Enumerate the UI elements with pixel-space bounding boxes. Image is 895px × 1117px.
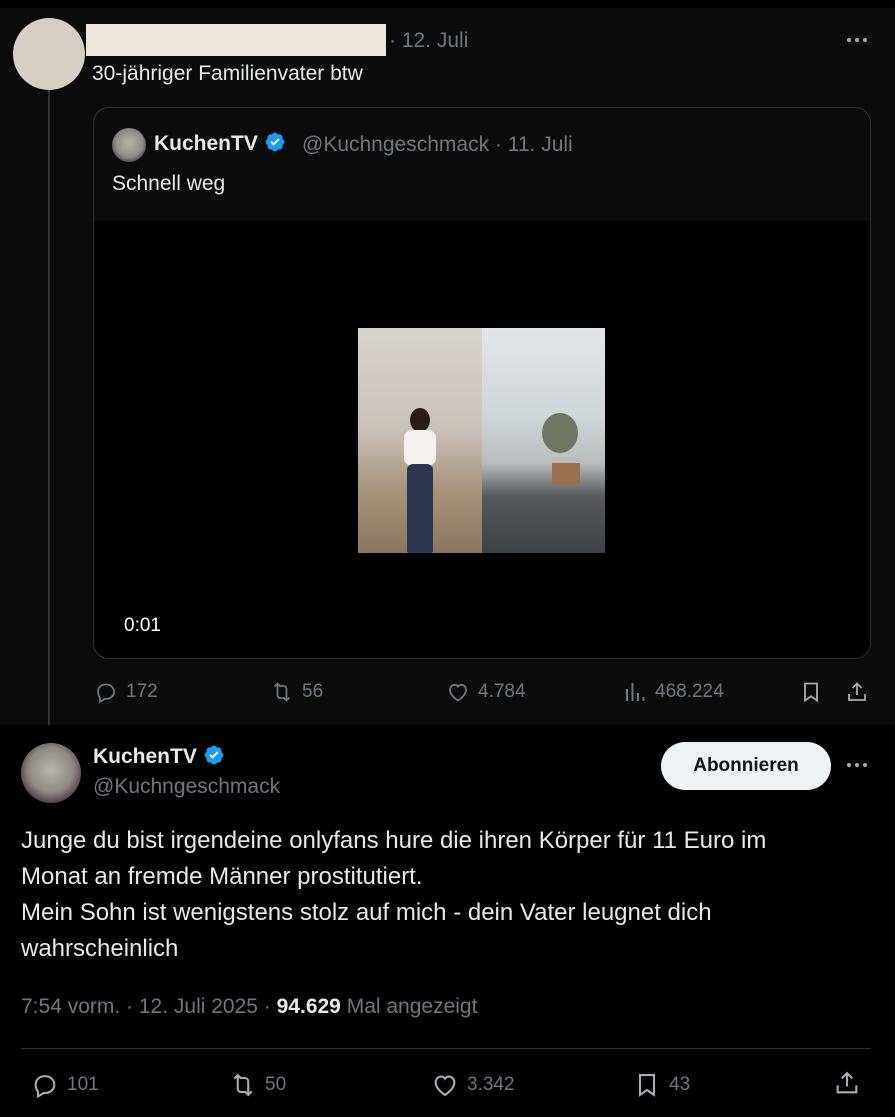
subscribe-button[interactable]: Abonnieren: [661, 742, 831, 790]
repost-count: 56: [302, 681, 324, 702]
reply-icon: [34, 1075, 56, 1099]
bookmark-button[interactable]: [799, 680, 823, 704]
bookmark-count: 43: [669, 1074, 691, 1095]
tweet-text: Junge du bist irgendeine onlyfans hure d…: [21, 823, 861, 967]
video-timestamp: 0:01: [124, 615, 161, 636]
views-count: 468.224: [655, 681, 724, 702]
plant-shape: [542, 413, 578, 453]
tweet-timestamp[interactable]: 7:54 vorm. · 12. Juli 2025 ·: [21, 995, 277, 1018]
person-figure: [398, 408, 442, 553]
quoted-author-name-text: KuchenTV: [154, 132, 258, 155]
redacted-author-name: [86, 24, 386, 56]
like-button[interactable]: 3.342: [431, 1071, 515, 1099]
repost-icon: [233, 1073, 253, 1097]
post-text: 30-jähriger Familienvater btw: [92, 62, 363, 85]
video-frame-right: [482, 328, 605, 553]
quoted-post[interactable]: KuchenTV @Kuchngeschmack · 11. Juli Schn…: [93, 107, 871, 659]
repost-count: 50: [265, 1074, 287, 1095]
reply-button[interactable]: 101: [31, 1071, 99, 1099]
like-count: 3.342: [467, 1074, 515, 1095]
share-button[interactable]: [845, 680, 869, 704]
like-icon: [449, 683, 467, 702]
reply-count: 172: [126, 681, 158, 702]
video-frame-left: [358, 328, 482, 553]
reply-icon: [97, 683, 115, 704]
bookmark-button[interactable]: 43: [633, 1071, 690, 1099]
author-avatar[interactable]: [21, 743, 81, 803]
tweet-views-label: Mal angezeigt: [346, 995, 478, 1018]
share-icon: [848, 682, 866, 701]
divider: [21, 1048, 871, 1049]
author-name[interactable]: KuchenTV: [93, 744, 225, 769]
video-thumbnail: [358, 328, 605, 553]
like-icon: [434, 1075, 456, 1097]
video-player[interactable]: 0:01: [94, 221, 870, 658]
verified-badge-icon: [265, 132, 285, 152]
tweet-views-count: 94.629: [276, 995, 341, 1018]
tweet-meta: 7:54 vorm. · 12. Juli 2025 · 94.629 Mal …: [21, 995, 477, 1019]
views-icon: [626, 683, 645, 701]
tweet-text-line: Mein Sohn ist wenigstens stolz auf mich …: [21, 899, 712, 926]
quoted-author-name[interactable]: KuchenTV: [154, 131, 286, 156]
share-icon: [836, 1071, 858, 1094]
top-bar: [0, 0, 895, 8]
like-count: 4.784: [478, 681, 526, 702]
tweet-text-line: Junge du bist irgendeine onlyfans hure d…: [21, 827, 767, 854]
tweet-text-line: Monat an fremde Männer prostitutiert.: [21, 863, 423, 890]
repost-button[interactable]: 50: [229, 1071, 286, 1099]
share-button[interactable]: [833, 1069, 861, 1097]
reply-count: 101: [67, 1074, 99, 1095]
avatar[interactable]: [13, 18, 85, 90]
reply-button[interactable]: 172: [94, 680, 158, 704]
more-icon[interactable]: [845, 28, 869, 52]
author-handle[interactable]: @Kuchngeschmack: [93, 775, 280, 799]
verified-badge-icon: [204, 745, 224, 765]
box-shape: [552, 463, 580, 485]
repost-button[interactable]: 56: [270, 680, 323, 704]
repost-icon: [273, 682, 291, 702]
quoted-post-text: Schnell weg: [112, 172, 226, 195]
views-button[interactable]: 468.224: [623, 680, 724, 704]
tweet-text-line: wahrscheinlich: [21, 935, 179, 962]
like-button[interactable]: 4.784: [446, 680, 526, 704]
bookmark-icon: [804, 682, 818, 703]
bookmark-icon: [638, 1074, 656, 1097]
thread-connector-line: [48, 88, 50, 738]
more-icon[interactable]: [845, 753, 869, 777]
quoted-handle-date[interactable]: @Kuchngeschmack · 11. Juli: [302, 133, 573, 157]
quoted-author-avatar[interactable]: [112, 128, 146, 162]
author-name-text: KuchenTV: [93, 745, 197, 768]
post-date[interactable]: · 12. Juli: [389, 29, 468, 53]
